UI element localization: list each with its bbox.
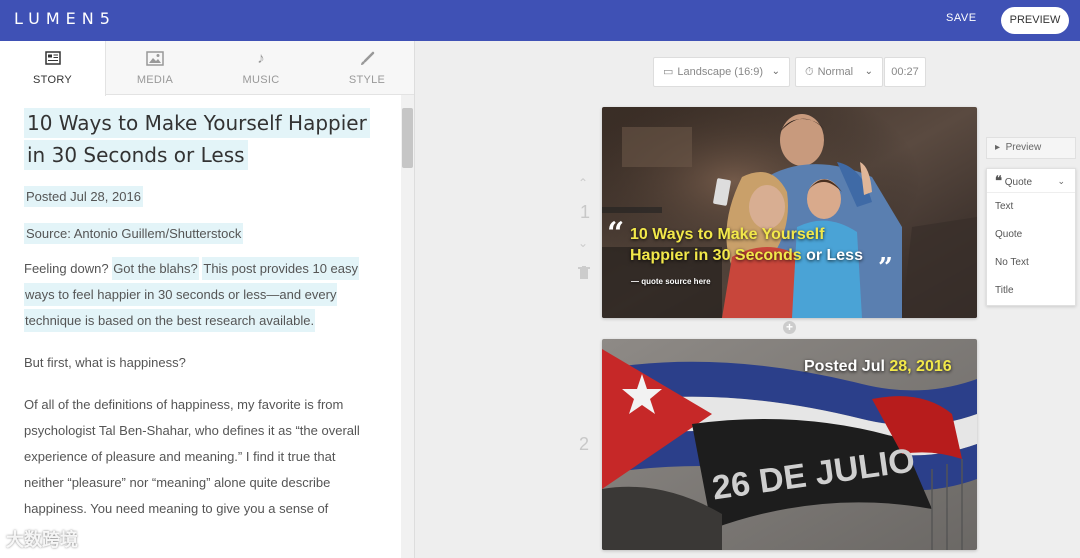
tab-style-label: STYLE bbox=[348, 74, 386, 86]
layout-option-quote[interactable]: Quote bbox=[987, 221, 1075, 249]
top-bar: LUMEN5 SAVE PREVIEW bbox=[0, 0, 1080, 41]
p3-line-5: happiness. You need meaning to give you … bbox=[24, 501, 329, 516]
p3-line-4: neither “pleasure” nor “meaning” alone q… bbox=[24, 475, 331, 490]
music-note-icon: ♪ bbox=[257, 50, 265, 67]
slide-preview-label: Preview bbox=[1005, 142, 1042, 153]
story-icon bbox=[0, 51, 105, 67]
story-title-line-2[interactable]: in 30 Seconds or Less bbox=[24, 140, 248, 170]
slide-2-posted-text[interactable]: Posted Jul 28, 2016 bbox=[804, 358, 952, 376]
p1-ways: ways to feel happier in 30 seconds or le… bbox=[24, 283, 338, 306]
orientation-select[interactable]: ▭ Landscape (16:9) ⌄ bbox=[653, 57, 790, 87]
slide-1[interactable] bbox=[602, 107, 977, 318]
slide-1-quote-line-2-white: or Less bbox=[806, 247, 863, 264]
tab-music[interactable]: ♪ MUSIC bbox=[208, 41, 314, 95]
layout-dropdown-head[interactable]: ❝ Quote ⌄ bbox=[987, 169, 1075, 193]
tab-story-label: STORY bbox=[33, 74, 72, 86]
save-button[interactable]: SAVE bbox=[946, 12, 977, 24]
quote-icon: ❝ bbox=[995, 173, 1002, 188]
p1-feeling-down: Feeling down? bbox=[24, 261, 109, 276]
tab-style[interactable]: STYLE bbox=[314, 41, 414, 95]
slide-number-2: 2 bbox=[579, 434, 590, 454]
watermark: 大数跨境 bbox=[6, 530, 78, 550]
slide-1-quote[interactable]: 10 Ways to Make Yourself Happier in 30 S… bbox=[630, 224, 890, 266]
p3-line-2: psychologist Tal Ben-Shahar, who defines… bbox=[24, 423, 360, 438]
move-up-icon[interactable]: ⌃ bbox=[578, 176, 588, 190]
tab-media[interactable]: MEDIA bbox=[102, 41, 208, 95]
tab-story[interactable]: STORY bbox=[0, 41, 106, 96]
stopwatch-icon: ⏱ bbox=[805, 66, 814, 78]
slide-2-posted-yellow: 28, 2016 bbox=[889, 358, 952, 375]
speed-value: Normal bbox=[817, 66, 854, 78]
slide-1-quote-line-1: 10 Ways to Make Yourself bbox=[630, 226, 825, 243]
image-icon bbox=[102, 51, 208, 67]
story-title-line-1[interactable]: 10 Ways to Make Yourself Happier bbox=[24, 108, 370, 138]
slide-1-quote-source[interactable]: — quote source here bbox=[631, 277, 711, 286]
story-scrollbar-thumb[interactable] bbox=[402, 108, 413, 168]
editor-tabs: STORY MEDIA ♪ MUSIC STYLE bbox=[0, 41, 414, 96]
slide-number-1: 1 bbox=[580, 202, 591, 222]
story-source[interactable]: Source: Antonio Guillem/Shutterstock bbox=[24, 223, 244, 244]
layout-option-no-text[interactable]: No Text bbox=[987, 249, 1075, 277]
play-icon: ▸ bbox=[995, 142, 1001, 153]
slide-2-posted-white: Posted Jul bbox=[804, 358, 885, 375]
chevron-down-icon: ⌄ bbox=[771, 66, 780, 77]
brush-icon bbox=[314, 51, 414, 67]
slide-1-quote-line-2-yellow: Happier in 30 Seconds bbox=[630, 247, 802, 264]
duration-display: 00:27 bbox=[884, 57, 926, 87]
layout-option-title[interactable]: Title bbox=[987, 277, 1075, 305]
story-paragraph-2[interactable]: But first, what is happiness? bbox=[24, 350, 374, 376]
quote-open-mark: “ bbox=[607, 216, 625, 251]
slide-1-photo bbox=[602, 107, 977, 318]
layout-selected: Quote bbox=[1004, 177, 1033, 188]
p3-line-1: Of all of the definitions of happiness, … bbox=[24, 397, 344, 412]
p1-provides: This post provides 10 easy bbox=[202, 257, 360, 280]
add-slide-icon[interactable]: + bbox=[783, 321, 796, 334]
chevron-down-icon: ⌄ bbox=[1057, 176, 1065, 186]
move-down-icon[interactable]: ⌄ bbox=[578, 236, 588, 250]
preview-button[interactable]: PREVIEW bbox=[1001, 7, 1069, 34]
story-text[interactable]: 10 Ways to Make Yourself Happier in 30 S… bbox=[24, 108, 374, 522]
trash-icon[interactable] bbox=[578, 266, 590, 283]
chevron-down-icon: ⌄ bbox=[864, 66, 873, 77]
landscape-icon: ▭ bbox=[663, 66, 674, 78]
tab-music-label: MUSIC bbox=[242, 74, 280, 86]
story-panel: STORY MEDIA ♪ MUSIC STYLE 10 Ways to Mak… bbox=[0, 41, 415, 558]
layout-option-text[interactable]: Text bbox=[987, 193, 1075, 221]
quote-close-mark: ” bbox=[878, 253, 893, 283]
story-paragraph-3[interactable]: Of all of the definitions of happiness, … bbox=[24, 392, 374, 522]
p1-blahs: Got the blahs? bbox=[112, 257, 199, 280]
story-posted-date[interactable]: Posted Jul 28, 2016 bbox=[24, 186, 143, 207]
p3-line-3: experience of pleasure and meaning.” I f… bbox=[24, 449, 336, 464]
app-logo: LUMEN5 bbox=[14, 9, 116, 28]
p1-technique: technique is based on the best research … bbox=[24, 309, 316, 332]
story-paragraph-1[interactable]: Feeling down? Got the blahs? This post p… bbox=[24, 256, 374, 334]
tab-media-label: MEDIA bbox=[136, 74, 174, 86]
orientation-value: Landscape (16:9) bbox=[677, 66, 764, 78]
slide-preview-button[interactable]: ▸ Preview bbox=[986, 137, 1076, 159]
layout-dropdown[interactable]: ❝ Quote ⌄ Text Quote No Text Title bbox=[986, 168, 1076, 306]
speed-select[interactable]: ⏱ Normal ⌄ bbox=[795, 57, 883, 87]
